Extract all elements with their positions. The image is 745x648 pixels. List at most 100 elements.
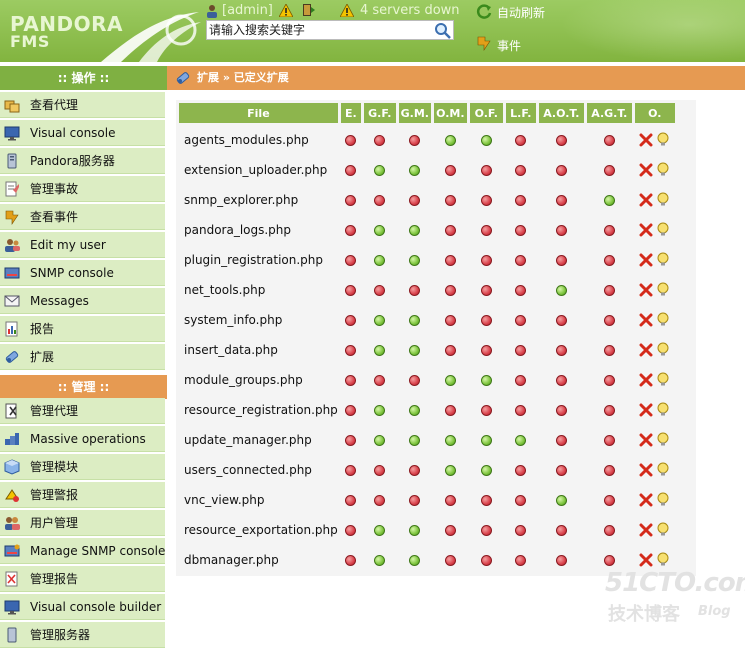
delete-icon[interactable] xyxy=(639,433,653,447)
flag-cell xyxy=(469,156,503,183)
flag-cell xyxy=(538,396,584,423)
delete-icon[interactable] xyxy=(639,373,653,387)
lightbulb-icon[interactable] xyxy=(656,432,670,447)
servers-down-status[interactable]: 4 servers down xyxy=(360,3,460,18)
sidebar-item-manage-agents[interactable]: 管理代理 xyxy=(0,398,165,424)
sidebar-item-console-builder[interactable]: Visual console builder xyxy=(0,594,165,620)
delete-icon[interactable] xyxy=(639,163,653,177)
sidebar-item-server[interactable]: Pandora服务器 xyxy=(0,148,165,174)
enabled-status-dot xyxy=(374,344,386,356)
sidebar-item-report[interactable]: 报告 xyxy=(0,316,165,342)
sidebar-item-manage-servers[interactable]: 管理服务器 xyxy=(0,622,165,648)
warning-icon[interactable] xyxy=(279,4,293,17)
delete-icon[interactable] xyxy=(639,313,653,327)
flag-cell xyxy=(538,516,584,543)
events-icon[interactable] xyxy=(476,35,492,51)
delete-icon[interactable] xyxy=(639,283,653,297)
refresh-icon[interactable] xyxy=(476,3,492,19)
flag-cell xyxy=(469,366,503,393)
disabled-status-dot xyxy=(444,254,456,266)
sidebar-item-users[interactable]: 用户管理 xyxy=(0,510,165,536)
delete-icon[interactable] xyxy=(639,523,653,537)
table-row: dbmanager.php xyxy=(179,546,675,573)
lightbulb-icon[interactable] xyxy=(656,372,670,387)
disabled-status-dot xyxy=(345,254,357,266)
disabled-status-dot xyxy=(603,374,615,386)
flag-cell xyxy=(433,546,467,573)
flag-cell xyxy=(469,186,503,213)
pandora-fms-logo[interactable]: PANDORA FMS xyxy=(4,6,204,62)
disabled-status-dot xyxy=(374,374,386,386)
sidebar-item-mail[interactable]: Messages xyxy=(0,288,165,314)
flag-cell xyxy=(363,216,396,243)
user-link[interactable]: [admin] xyxy=(222,3,273,18)
flag-cell xyxy=(505,186,536,213)
table-row: net_tools.php xyxy=(179,276,675,303)
flag-cell xyxy=(398,336,431,363)
sidebar-item-label: SNMP console xyxy=(30,265,114,280)
servers-warning-icon xyxy=(340,4,354,17)
search-input[interactable]: 请输入搜索关键字 xyxy=(206,20,454,40)
lightbulb-icon[interactable] xyxy=(656,312,670,327)
sidebar-item-agents[interactable]: 查看代理 xyxy=(0,92,165,118)
extension-filename: update_manager.php xyxy=(179,426,338,453)
disabled-status-dot xyxy=(603,164,615,176)
flag-cell xyxy=(363,246,396,273)
delete-icon[interactable] xyxy=(639,553,653,567)
flag-cell xyxy=(433,156,467,183)
delete-icon[interactable] xyxy=(639,403,653,417)
extension-filename: resource_registration.php xyxy=(179,396,338,423)
sidebar-item-alerts[interactable]: 管理警报 xyxy=(0,482,165,508)
column-header: L.F. xyxy=(505,103,536,123)
table-header-row: File E. G.F. G.M. O.M. O.F. L.F. A.O.T. A.G.T. O. xyxy=(179,103,675,123)
sidebar-item-monitor[interactable]: Visual console xyxy=(0,120,165,146)
delete-icon[interactable] xyxy=(639,493,653,507)
sidebar-item-user[interactable]: Edit my user xyxy=(0,232,165,258)
flag-cell xyxy=(586,276,632,303)
sidebar-item-snmp[interactable]: SNMP console xyxy=(0,260,165,286)
lightbulb-icon[interactable] xyxy=(656,222,670,237)
lightbulb-icon[interactable] xyxy=(656,342,670,357)
sidebar-item-label: 用户管理 xyxy=(30,516,79,530)
delete-icon[interactable] xyxy=(639,133,653,147)
lightbulb-icon[interactable] xyxy=(656,552,670,567)
disabled-status-dot xyxy=(480,344,492,356)
delete-icon[interactable] xyxy=(639,223,653,237)
lightbulb-icon[interactable] xyxy=(656,132,670,147)
sidebar-item-manage-report[interactable]: 管理报告 xyxy=(0,566,165,592)
sidebar-item-snmp-manage[interactable]: Manage SNMP console xyxy=(0,538,165,564)
disabled-status-dot xyxy=(555,464,567,476)
search-icon[interactable] xyxy=(434,22,452,40)
lightbulb-icon[interactable] xyxy=(656,192,670,207)
admin-menu-header[interactable]: :: 管理 :: xyxy=(0,375,167,399)
flag-cell xyxy=(586,366,632,393)
sidebar-item-massive-ops[interactable]: Massive operations xyxy=(0,426,165,452)
delete-icon[interactable] xyxy=(639,463,653,477)
operations-cell xyxy=(634,126,675,153)
lightbulb-icon[interactable] xyxy=(656,162,670,177)
lightbulb-icon[interactable] xyxy=(656,402,670,417)
operation-menu-header[interactable]: :: 操作 :: xyxy=(0,66,167,90)
lightbulb-icon[interactable] xyxy=(656,522,670,537)
column-header: A.O.T. xyxy=(538,103,584,123)
sidebar-item-modules[interactable]: 管理模块 xyxy=(0,454,165,480)
lightbulb-icon[interactable] xyxy=(656,252,670,267)
disabled-status-dot xyxy=(555,524,567,536)
events-link[interactable]: 事件 xyxy=(497,37,521,54)
delete-icon[interactable] xyxy=(639,193,653,207)
logout-icon[interactable] xyxy=(302,3,316,17)
sidebar-item-incident[interactable]: 管理事故 xyxy=(0,176,165,202)
operations-cell xyxy=(634,336,675,363)
delete-icon[interactable] xyxy=(639,253,653,267)
sidebar-item-events[interactable]: 查看事件 xyxy=(0,204,165,230)
delete-icon[interactable] xyxy=(639,343,653,357)
auto-refresh-link[interactable]: 自动刷新 xyxy=(497,4,545,21)
lightbulb-icon[interactable] xyxy=(656,462,670,477)
flag-cell xyxy=(363,336,396,363)
flag-cell xyxy=(433,216,467,243)
disabled-status-dot xyxy=(345,314,357,326)
lightbulb-icon[interactable] xyxy=(656,282,670,297)
lightbulb-icon[interactable] xyxy=(656,492,670,507)
sidebar-item-label: Edit my user xyxy=(30,237,106,252)
sidebar-item-extension[interactable]: 扩展 xyxy=(0,344,165,370)
